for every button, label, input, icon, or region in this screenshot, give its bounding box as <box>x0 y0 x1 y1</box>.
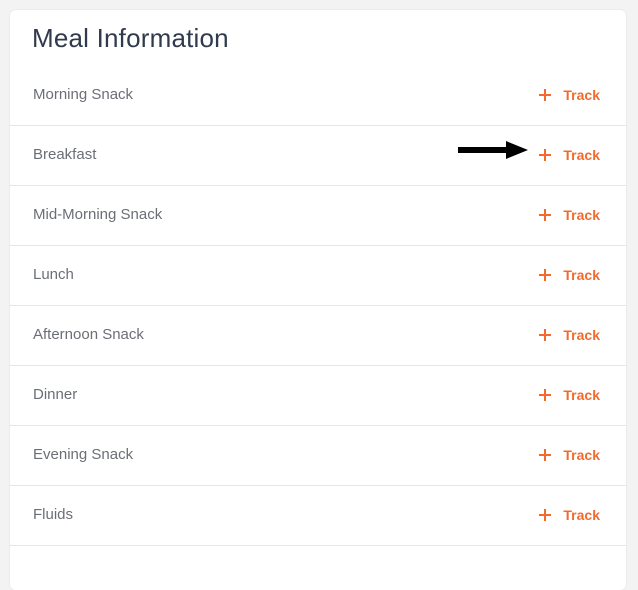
track-label: Track <box>563 327 600 343</box>
track-lunch-button[interactable]: Track <box>539 263 600 287</box>
meal-name: Breakfast <box>33 146 97 163</box>
meal-name: Mid-Morning Snack <box>33 206 163 223</box>
meal-name: Afternoon Snack <box>33 326 144 343</box>
plus-icon <box>539 149 552 161</box>
track-evening-snack-button[interactable]: Track <box>539 443 600 467</box>
plus-icon <box>539 389 552 401</box>
meal-information-card: Meal Information Morning Snack Track Bre… <box>10 10 626 590</box>
meal-name: Evening Snack <box>33 446 134 463</box>
meal-name: Lunch <box>33 266 74 283</box>
track-label: Track <box>563 507 600 523</box>
track-dinner-button[interactable]: Track <box>539 383 600 407</box>
plus-icon <box>539 449 552 461</box>
meal-name: Dinner <box>33 386 78 403</box>
track-label: Track <box>563 207 600 223</box>
track-label: Track <box>563 267 600 283</box>
arrow-right-icon <box>458 141 528 159</box>
plus-icon <box>539 509 552 521</box>
meal-row-lunch: Lunch Track <box>10 246 626 306</box>
meal-row-fluids: Fluids Track <box>10 486 626 546</box>
plus-icon <box>539 329 552 341</box>
track-fluids-button[interactable]: Track <box>539 503 600 527</box>
meal-row-morning-snack: Morning Snack Track <box>10 66 626 126</box>
meal-list: Morning Snack Track Breakfast Track Mid-… <box>10 66 626 590</box>
track-label: Track <box>563 447 600 463</box>
plus-icon <box>539 209 552 221</box>
track-mid-morning-snack-button[interactable]: Track <box>539 203 600 227</box>
meal-row-mid-morning-snack: Mid-Morning Snack Track <box>10 186 626 246</box>
track-label: Track <box>563 387 600 403</box>
plus-icon <box>539 89 552 101</box>
card-title: Meal Information <box>32 23 229 53</box>
meal-row-afternoon-snack: Afternoon Snack Track <box>10 306 626 366</box>
meal-name: Fluids <box>33 506 74 523</box>
meal-row-partial <box>10 546 626 590</box>
meal-row-breakfast: Breakfast Track <box>10 126 626 186</box>
track-label: Track <box>563 147 600 163</box>
meal-row-dinner: Dinner Track <box>10 366 626 426</box>
track-morning-snack-button[interactable]: Track <box>539 83 600 107</box>
plus-icon <box>539 269 552 281</box>
meal-row-evening-snack: Evening Snack Track <box>10 426 626 486</box>
track-afternoon-snack-button[interactable]: Track <box>539 323 600 347</box>
meal-name: Morning Snack <box>33 86 134 103</box>
track-label: Track <box>563 87 600 103</box>
track-breakfast-button[interactable]: Track <box>539 143 600 167</box>
